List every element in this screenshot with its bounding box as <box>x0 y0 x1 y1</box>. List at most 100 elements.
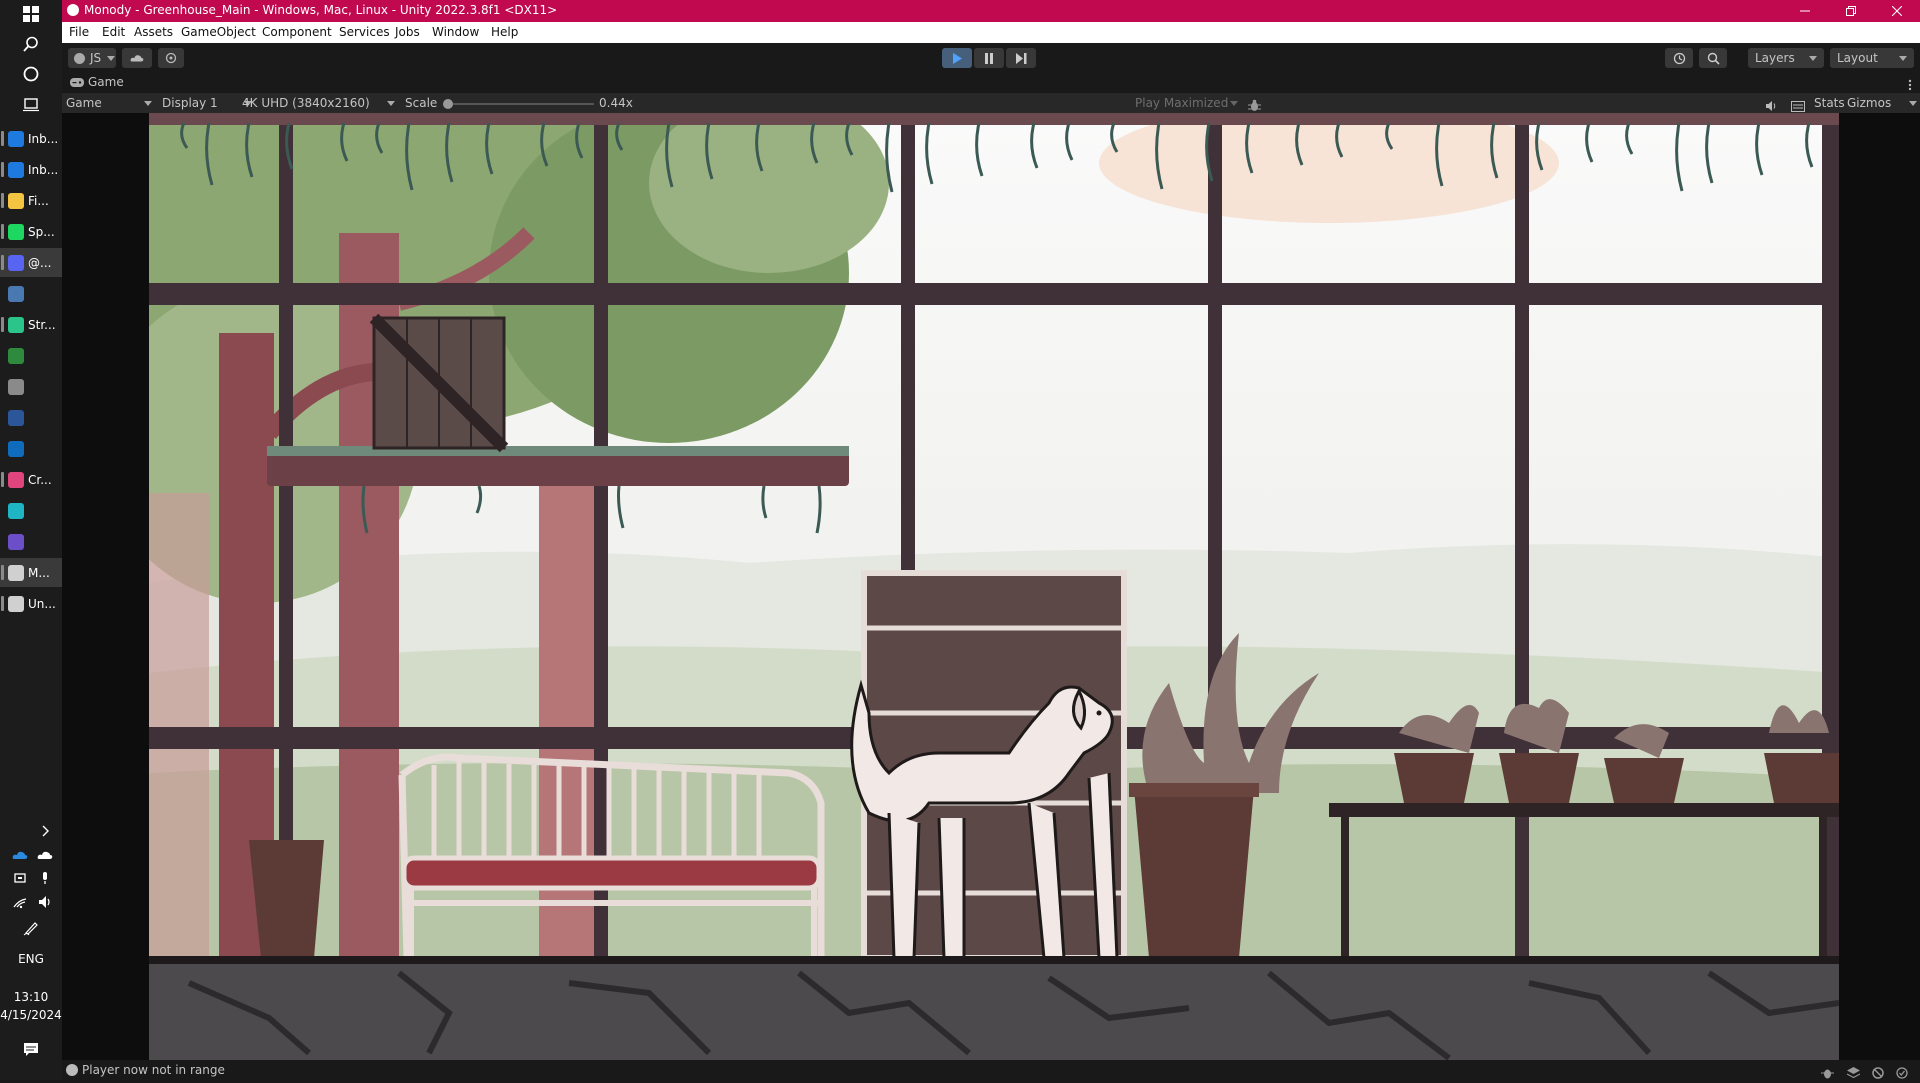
wifi-icon[interactable] <box>10 892 30 912</box>
taskbar-app-label: Cr... <box>28 472 52 487</box>
check-circle-icon[interactable] <box>1896 1064 1908 1083</box>
taskbar-app-button[interactable]: @... <box>0 248 62 277</box>
taskbar-app-button[interactable] <box>0 434 62 463</box>
undo-history-button[interactable] <box>1665 48 1693 68</box>
taskbar-app-button[interactable]: Inb... <box>0 124 62 153</box>
chevron-down-icon <box>107 55 116 61</box>
taskbar-app-button[interactable]: Str... <box>0 310 62 339</box>
taskbar-app-button[interactable] <box>0 527 62 556</box>
tab-game-label: Game <box>88 75 124 89</box>
microphone-icon[interactable] <box>35 868 55 888</box>
menu-assets[interactable]: Assets <box>134 25 173 39</box>
resolution-select-label: 4K UHD (3840x2160) <box>242 96 370 110</box>
window-title-bar[interactable]: Monody - Greenhouse_Main - Windows, Mac,… <box>62 0 1920 22</box>
camera-icon[interactable] <box>10 868 30 888</box>
language-indicator[interactable]: ENG <box>0 952 62 966</box>
taskbar-app-button[interactable]: Inb... <box>0 155 62 184</box>
progress-icon[interactable] <box>1872 1064 1884 1083</box>
layers-dropdown[interactable]: Layers <box>1748 48 1824 68</box>
clock-time[interactable]: 13:10 <box>0 990 62 1004</box>
menu-edit[interactable]: Edit <box>102 25 125 39</box>
taskbar-app-button[interactable] <box>0 403 62 432</box>
xbox-icon <box>8 347 24 364</box>
taskbar-app-button[interactable]: Sp... <box>0 217 62 246</box>
pause-button[interactable] <box>974 48 1004 68</box>
resolution-select[interactable]: 4K UHD (3840x2160) <box>242 96 395 110</box>
layers-label: Layers <box>1755 51 1795 65</box>
taskbar-app-label: Str... <box>28 317 56 332</box>
step-button[interactable] <box>1006 48 1036 68</box>
scale-slider-thumb[interactable] <box>443 99 453 109</box>
play-button[interactable] <box>942 48 972 68</box>
account-icon <box>74 52 85 64</box>
menu-file[interactable]: File <box>69 25 89 39</box>
close-icon[interactable] <box>1874 0 1920 22</box>
taskbar-app-button[interactable]: Fi... <box>0 186 62 215</box>
taskbar-app-button[interactable] <box>0 341 62 370</box>
chevron-down-icon <box>1230 101 1238 106</box>
gamepad-icon <box>70 77 84 87</box>
minimize-icon[interactable] <box>1782 0 1828 22</box>
cloud-services-button[interactable] <box>122 48 152 68</box>
edge-icon <box>8 130 24 147</box>
pen-icon[interactable] <box>21 918 41 938</box>
volume-icon[interactable] <box>35 892 55 912</box>
taskbar-app-button[interactable]: Cr... <box>0 465 62 494</box>
play-mode-select-label: Play Maximized <box>1135 96 1229 110</box>
onedrive-icon[interactable] <box>10 845 30 865</box>
game-tab-bar: Game <box>62 73 1920 93</box>
menu-bar: File Edit Assets GameObject Component Se… <box>62 22 1920 43</box>
spotify-icon <box>8 223 24 240</box>
edge-icon <box>8 161 24 178</box>
chevron-down-icon <box>1899 55 1907 61</box>
epic-games-icon <box>8 378 24 395</box>
menu-jobs[interactable]: Jobs <box>395 25 420 39</box>
search-button[interactable] <box>1699 48 1727 68</box>
taskbar-app-button[interactable] <box>0 372 62 401</box>
menu-services[interactable]: Services <box>339 25 390 39</box>
notification-center-icon[interactable] <box>21 1040 41 1060</box>
collab-button[interactable] <box>158 48 184 68</box>
tab-game[interactable]: Game <box>70 75 124 89</box>
menu-gameobject[interactable]: GameObject <box>181 25 256 39</box>
debug-icon[interactable] <box>1821 1064 1834 1083</box>
windows-start-icon[interactable] <box>17 0 45 28</box>
taskbar-app-button[interactable] <box>0 496 62 525</box>
task-view-icon[interactable] <box>17 90 45 118</box>
stats-button[interactable]: Stats <box>1814 96 1845 110</box>
taskbar-app-button[interactable]: M... <box>0 558 62 587</box>
cortana-icon[interactable] <box>17 60 45 88</box>
restore-icon[interactable] <box>1828 0 1874 22</box>
account-dropdown[interactable]: JS <box>68 48 116 68</box>
taskbar-app-button[interactable] <box>0 279 62 308</box>
search-icon[interactable] <box>17 30 45 58</box>
chevron-down-icon <box>144 101 152 106</box>
console-status-message[interactable]: Player now not in range <box>82 1063 225 1077</box>
taskbar-app-button[interactable]: Un... <box>0 589 62 618</box>
layout-dropdown[interactable]: Layout <box>1830 48 1914 68</box>
game-scene[interactable] <box>149 113 1839 1060</box>
taskbar-app-label: Inb... <box>28 131 58 146</box>
live-icon <box>8 502 24 519</box>
steam-icon <box>8 285 24 302</box>
menu-component[interactable]: Component <box>262 25 332 39</box>
gizmos-dropdown[interactable]: Gizmos <box>1847 96 1917 110</box>
game-view[interactable] <box>62 113 1920 1060</box>
play-icon <box>953 52 962 64</box>
display-select[interactable]: Display 1 <box>162 96 252 110</box>
menu-window[interactable]: Window <box>432 25 479 39</box>
clock-date[interactable]: 4/15/2024 <box>0 1008 62 1022</box>
layers-stack-icon[interactable] <box>1846 1064 1861 1083</box>
creative-cloud-icon <box>8 471 24 488</box>
large-flower-pot-rim <box>1129 783 1259 797</box>
cloud-icon[interactable] <box>35 845 55 865</box>
play-mode-select[interactable]: Play Maximized <box>1135 96 1238 110</box>
editor-toolbar: JS Layers Layout <box>62 43 1920 73</box>
scale-slider[interactable] <box>443 99 594 109</box>
menu-help[interactable]: Help <box>491 25 518 39</box>
game-view-select[interactable]: Game <box>66 96 154 110</box>
taskbar: Inb... Inb... Fi... Sp... @... Str... Cr... M..… <box>0 0 62 1080</box>
show-hidden-icons-chevron-icon[interactable] <box>35 821 55 841</box>
taskbar-app-label: Inb... <box>28 162 58 177</box>
taskbar-app-label: Fi... <box>28 193 49 208</box>
